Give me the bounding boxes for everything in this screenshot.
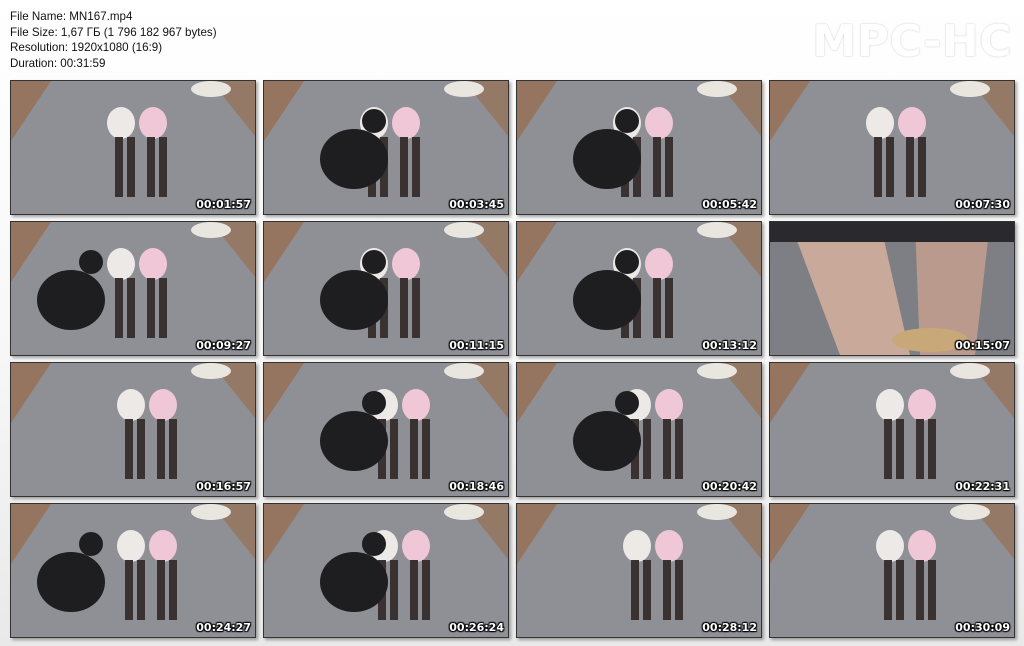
thumbnail-image [770,363,1014,496]
thumbnail-image [517,363,761,496]
thumbnail-image [11,504,255,637]
thumbnail: 00:26:24 [263,503,509,638]
thumbnail: 00:28:12 [516,503,762,638]
timestamp: 00:20:42 [702,480,757,493]
thumbnail: 00:20:42 [516,362,762,497]
thumbnail-image [264,504,508,637]
timestamp: 00:30:09 [955,621,1010,634]
thumbnail: 00:13:12 [516,221,762,356]
thumbnail: 00:24:27 [10,503,256,638]
thumbnail-image [517,222,761,355]
thumbnail-grid: 00:01:57 00:03:45 00:05:42 00:07:30 00:09:27… [0,0,1024,646]
thumbnail-image [770,222,1014,355]
thumbnail-image [264,81,508,214]
thumbnail-image [264,222,508,355]
thumbnail-image [11,222,255,355]
thumbnail-image [517,81,761,214]
timestamp: 00:26:24 [449,621,504,634]
timestamp: 00:03:45 [449,198,504,211]
timestamp: 00:28:12 [702,621,757,634]
thumbnail-image [11,81,255,214]
thumbnail: 00:01:57 [10,80,256,215]
thumbnail: 00:09:27 [10,221,256,356]
thumbnail-image [770,81,1014,214]
thumbnail-image [264,363,508,496]
thumbnail-image [770,504,1014,637]
timestamp: 00:07:30 [955,198,1010,211]
thumbnail-image [517,504,761,637]
timestamp: 00:13:12 [702,339,757,352]
thumbnail: 00:22:31 [769,362,1015,497]
timestamp: 00:11:15 [449,339,504,352]
timestamp: 00:05:42 [702,198,757,211]
timestamp: 00:22:31 [955,480,1010,493]
timestamp: 00:09:27 [196,339,251,352]
thumbnail: 00:15:07 [769,221,1015,356]
thumbnail: 00:03:45 [263,80,509,215]
thumbnail: 00:11:15 [263,221,509,356]
thumbnail-sheet: { "info": { "file_name": "File Name: MN1… [0,0,1024,646]
thumbnail-image [11,363,255,496]
timestamp: 00:15:07 [955,339,1010,352]
thumbnail: 00:30:09 [769,503,1015,638]
timestamp: 00:01:57 [196,198,251,211]
timestamp: 00:16:57 [196,480,251,493]
thumbnail: 00:18:46 [263,362,509,497]
timestamp: 00:18:46 [449,480,504,493]
thumbnail: 00:05:42 [516,80,762,215]
thumbnail: 00:07:30 [769,80,1015,215]
thumbnail: 00:16:57 [10,362,256,497]
timestamp: 00:24:27 [196,621,251,634]
